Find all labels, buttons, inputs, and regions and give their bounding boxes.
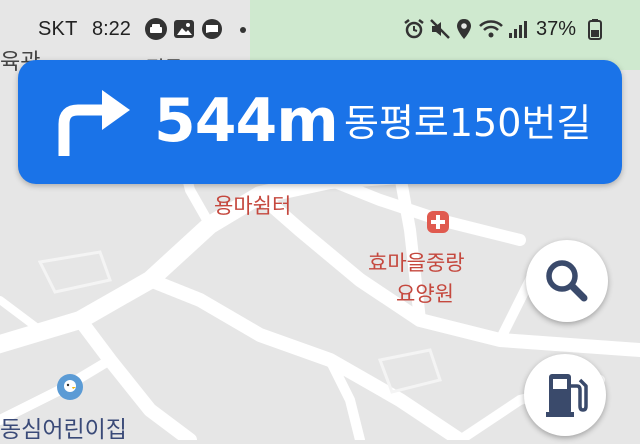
turn-right-icon — [46, 86, 136, 160]
chat-icon — [200, 17, 224, 41]
carrier-label: SKT — [38, 18, 78, 40]
map-label-hospital-line1[interactable]: 효마을중랑 — [368, 247, 465, 277]
car-app-notification-icon — [144, 17, 168, 41]
map-label-hospital-line2[interactable]: 요양원 — [396, 278, 454, 308]
search-button[interactable] — [526, 240, 608, 322]
clock: 8:22 — [92, 18, 131, 40]
location-icon — [452, 17, 476, 41]
map-label-kindergarten[interactable]: 동심어린이집 — [0, 410, 127, 444]
gallery-icon — [172, 17, 196, 41]
status-bar: SKT 8:22 37% — [0, 0, 640, 58]
more-notifications-dot — [240, 27, 246, 33]
next-street-name: 동평로150번길 — [344, 101, 592, 145]
map-label-rest-area[interactable]: 용마쉼터 — [214, 190, 291, 220]
wifi-icon — [478, 17, 503, 41]
battery-icon — [588, 17, 602, 41]
mute-icon — [428, 17, 452, 41]
signal-icon — [506, 17, 530, 41]
alarm-icon — [402, 17, 426, 41]
navigation-banner[interactable]: 544m 동평로150번길 — [18, 60, 622, 184]
hospital-marker-icon[interactable] — [426, 210, 450, 234]
gas-station-button[interactable] — [524, 354, 606, 436]
search-icon — [546, 260, 588, 302]
distance-to-turn: 544m — [154, 86, 339, 156]
kindergarten-marker-icon[interactable] — [56, 373, 84, 401]
battery-level: 37% — [536, 18, 577, 40]
gas-station-icon — [546, 374, 588, 417]
